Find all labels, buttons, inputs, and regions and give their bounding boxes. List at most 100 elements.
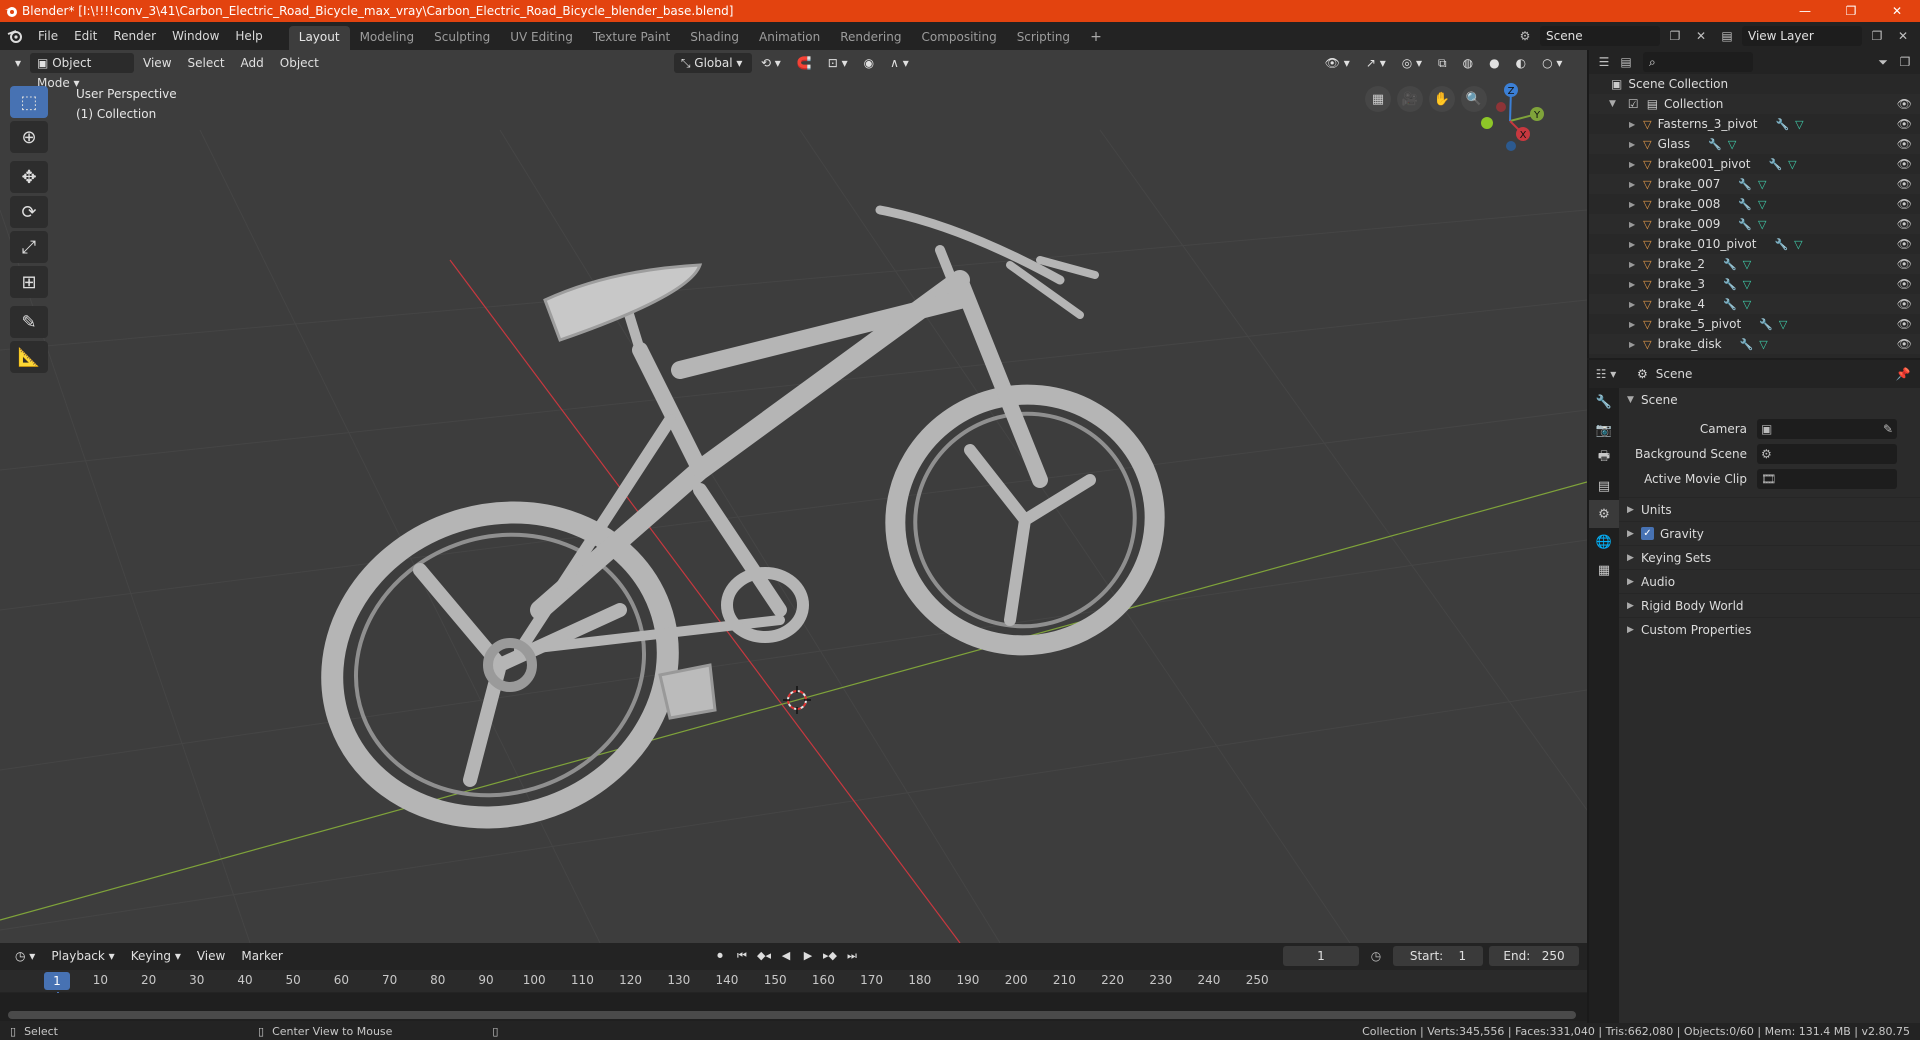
tab-animation[interactable]: Animation [749, 26, 830, 50]
expand-icon[interactable]: ▶ [1629, 320, 1635, 329]
delete-view-layer-icon[interactable]: ✕ [1892, 26, 1914, 46]
outliner-editor-type-icon[interactable]: ☰ [1593, 52, 1615, 72]
close-button[interactable]: ✕ [1874, 0, 1920, 22]
eye-icon[interactable]: 👁 [1897, 117, 1912, 131]
annotate-tool-icon[interactable]: ✎ [10, 306, 48, 338]
gizmo-toggle-icon[interactable]: ↗ ▾ [1359, 53, 1393, 73]
mesh-data-icon[interactable]: ▽ [1788, 158, 1796, 171]
timeline-track[interactable] [0, 993, 1587, 1021]
pin-icon[interactable]: 📌 [1892, 364, 1914, 384]
3d-viewport[interactable]: ▾ ▣ Object Mode ▾ View Select Add Object… [0, 50, 1587, 943]
mesh-data-icon[interactable]: ▽ [1758, 218, 1766, 231]
scale-tool-icon[interactable]: ⤢ [10, 231, 48, 263]
outliner-object-row[interactable]: ▶ ▽ brake_disk 🔧 ▽ 👁 [1589, 334, 1920, 354]
mesh-data-icon[interactable]: ▽ [1779, 318, 1787, 331]
modifier-icon[interactable]: 🔧 ▽ [1774, 238, 1802, 251]
outliner-object-row[interactable]: ▶ ▽ brake_010_pivot 🔧 ▽ 👁 [1589, 234, 1920, 254]
expand-icon[interactable]: ▶ [1629, 140, 1635, 149]
include-checkbox-icon[interactable]: ☑ [1628, 97, 1639, 111]
navigation-gizmo[interactable]: Y Z X [1465, 76, 1555, 166]
properties-editor-type-icon[interactable]: ☷ ▾ [1595, 364, 1617, 384]
tab-layout[interactable]: Layout [288, 26, 350, 50]
expand-icon[interactable]: ▶ [1629, 260, 1635, 269]
clock-icon[interactable]: ◷ [1365, 946, 1387, 966]
outliner-object-row[interactable]: ▶ ▽ brake_007 🔧 ▽ 👁 [1589, 174, 1920, 194]
scene-tab-icon[interactable]: ⚙ [1589, 500, 1619, 528]
mesh-data-icon[interactable]: ▽ [1758, 198, 1766, 211]
eye-icon[interactable]: 👁 [1897, 237, 1912, 251]
filter-icon[interactable]: ⏷ [1872, 52, 1894, 72]
outliner-object-row[interactable]: ▶ ▽ brake_2 🔧 ▽ 👁 [1589, 254, 1920, 274]
overlays-icon[interactable]: ◎ ▾ [1395, 53, 1429, 73]
timeline-scrollbar[interactable] [8, 1011, 1576, 1019]
transform-tool-icon[interactable]: ⊞ [10, 266, 48, 298]
expand-icon[interactable]: ▶ [1629, 240, 1635, 249]
expand-icon[interactable]: ▶ [1629, 160, 1635, 169]
cursor-tool-icon[interactable]: ⊕ [10, 121, 48, 153]
output-tab-icon[interactable]: 🖶 [1589, 444, 1619, 472]
tab-modeling[interactable]: Modeling [350, 26, 425, 50]
outliner-object-row[interactable]: ▶ ▽ brake_5_pivot 🔧 ▽ 👁 [1589, 314, 1920, 334]
eye-icon[interactable]: 👁 [1897, 217, 1912, 231]
object-mode-dropdown[interactable]: ▣ Object Mode ▾ [30, 53, 135, 90]
play-icon[interactable]: ▶ [798, 946, 818, 966]
modifier-icon[interactable]: 🔧 ▽ [1723, 278, 1751, 291]
gravity-checkbox[interactable]: ✓ [1641, 527, 1654, 540]
tab-scripting[interactable]: Scripting [1007, 26, 1080, 50]
modifier-icon[interactable]: 🔧 ▽ [1738, 218, 1766, 231]
outliner-object-row[interactable]: ▶ ▽ Fasterns_3_pivot 🔧 ▽ 👁 [1589, 114, 1920, 134]
camera-view-icon[interactable]: 🎥 [1397, 86, 1423, 112]
proportional-falloff-icon[interactable]: ∧ ▾ [883, 53, 916, 73]
eye-icon[interactable]: 👁 [1897, 317, 1912, 331]
scene-panel-header[interactable]: ▼ Scene [1619, 388, 1920, 412]
select-box-tool-icon[interactable]: ⬚ [10, 86, 48, 118]
eye-icon[interactable]: 👁 [1897, 337, 1912, 351]
proportional-edit-icon[interactable]: ◉ [857, 53, 881, 73]
mesh-data-icon[interactable]: ▽ [1795, 118, 1803, 131]
render-tab-icon[interactable]: 📷 [1589, 416, 1619, 444]
move-tool-icon[interactable]: ✥ [10, 161, 48, 193]
modifier-icon[interactable]: 🔧 ▽ [1723, 298, 1751, 311]
tab-uv-editing[interactable]: UV Editing [500, 26, 583, 50]
measure-tool-icon[interactable]: 📐 [10, 341, 48, 373]
outliner-root-row[interactable]: ▣ Scene Collection [1589, 74, 1920, 94]
pan-view-icon[interactable]: ✋ [1429, 86, 1455, 112]
gravity-panel[interactable]: ▶ ✓ Gravity [1619, 521, 1920, 545]
end-frame-field[interactable]: End: 250 [1489, 946, 1579, 966]
tab-sculpting[interactable]: Sculpting [424, 26, 500, 50]
expand-icon[interactable]: ▶ [1629, 200, 1635, 209]
rendered-shading-icon[interactable]: ○ ▾ [1535, 53, 1569, 73]
menu-edit[interactable]: Edit [66, 24, 105, 48]
modifier-icon[interactable]: 🔧 ▽ [1740, 338, 1768, 351]
transform-orientation-dropdown[interactable]: ⤡ Global ▾ [673, 53, 752, 73]
rigid-body-world-panel[interactable]: ▶ Rigid Body World [1619, 593, 1920, 617]
timeline-ruler[interactable]: 1 10 20 30 40 50 60 70 80 90 100 110 120 130 140 150 160… [0, 970, 1587, 1020]
eye-icon[interactable]: 👁 [1897, 277, 1912, 291]
units-panel[interactable]: ▶ Units [1619, 497, 1920, 521]
play-reverse-icon[interactable]: ◀ [776, 946, 796, 966]
next-keyframe-icon[interactable]: ▸◆ [820, 946, 840, 966]
outliner-object-row[interactable]: ▶ ▽ Glass 🔧 ▽ 👁 [1589, 134, 1920, 154]
menu-add[interactable]: Add [234, 53, 271, 73]
mesh-data-icon[interactable]: ▽ [1743, 258, 1751, 271]
menu-help[interactable]: Help [227, 24, 270, 48]
new-collection-icon[interactable]: ❐ [1894, 52, 1916, 72]
maximize-button[interactable]: ❐ [1828, 0, 1874, 22]
view-layer-selector[interactable]: View Layer [1742, 26, 1862, 46]
eye-icon[interactable]: 👁 [1897, 257, 1912, 271]
menu-window[interactable]: Window [164, 24, 227, 48]
eye-icon[interactable]: 👁 [1897, 157, 1912, 171]
minimize-button[interactable]: — [1782, 0, 1828, 22]
solid-shading-icon[interactable]: ● [1482, 53, 1506, 73]
current-frame-field[interactable]: 1 [1283, 946, 1359, 966]
mesh-data-icon[interactable]: ▽ [1743, 278, 1751, 291]
modifier-icon[interactable]: 🔧 ▽ [1759, 318, 1787, 331]
eye-icon[interactable]: 👁 [1897, 97, 1912, 111]
tab-texture-paint[interactable]: Texture Paint [583, 26, 680, 50]
scene-selector[interactable]: Scene [1540, 26, 1660, 46]
menu-playback[interactable]: Playback ▾ [44, 946, 121, 966]
expand-icon[interactable]: ▶ [1629, 120, 1635, 129]
background-scene-field[interactable]: ⚙ [1757, 443, 1897, 464]
expand-icon[interactable]: ▶ [1629, 300, 1635, 309]
outliner-search-input[interactable]: ⌕ [1643, 52, 1753, 72]
